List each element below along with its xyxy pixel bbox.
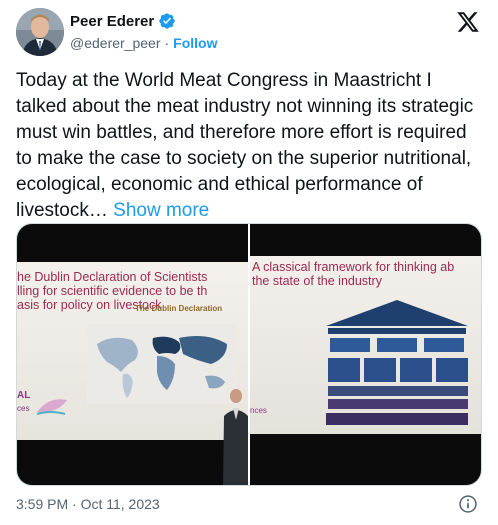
tweet-body: Today at the World Meat Congress in Maas… — [16, 70, 474, 221]
logo-text-left: AL — [17, 390, 31, 401]
projection-screen-right: A classical framework for thinking ab th… — [250, 256, 481, 434]
world-map-image — [87, 324, 237, 404]
logo-subtext-right: nces — [250, 406, 267, 415]
avatar[interactable] — [16, 8, 64, 56]
show-more-link[interactable]: Show more — [113, 200, 209, 221]
logo-subtext-left: ces — [17, 404, 30, 413]
framework-diagram — [326, 300, 468, 425]
slide-title-right: A classical framework for thinking ab th… — [252, 260, 455, 288]
author-name-row: Peer Ederer — [70, 12, 176, 30]
tweet-text: Today at the World Meat Congress in Maas… — [16, 68, 482, 224]
tweet-card: Peer Ederer @ederer_peer · Follow Today … — [0, 0, 498, 525]
author-handle[interactable]: @ederer_peer — [70, 35, 161, 51]
x-logo-icon[interactable] — [456, 10, 480, 34]
avatar-photo — [16, 8, 64, 56]
photo-right[interactable]: A classical framework for thinking ab th… — [250, 224, 481, 485]
photo-left[interactable]: he Dublin Declaration of Scientists llin… — [17, 224, 248, 485]
tweet-timestamp[interactable]: 3:59 PM · Oct 11, 2023 — [16, 496, 160, 512]
verified-badge-icon — [159, 13, 175, 29]
media-grid: he Dublin Declaration of Scientists llin… — [16, 223, 482, 486]
projection-screen-left: he Dublin Declaration of Scientists llin… — [17, 262, 248, 440]
follow-button[interactable]: Follow — [173, 35, 217, 51]
speaker-figure — [223, 389, 248, 485]
author-handle-row: @ederer_peer · Follow — [70, 35, 218, 51]
separator-dot: · — [164, 35, 170, 51]
info-icon[interactable] — [458, 494, 478, 514]
slide-subtitle-left: The Dublin Declaration — [135, 304, 223, 313]
author-name[interactable]: Peer Ederer — [70, 13, 154, 30]
